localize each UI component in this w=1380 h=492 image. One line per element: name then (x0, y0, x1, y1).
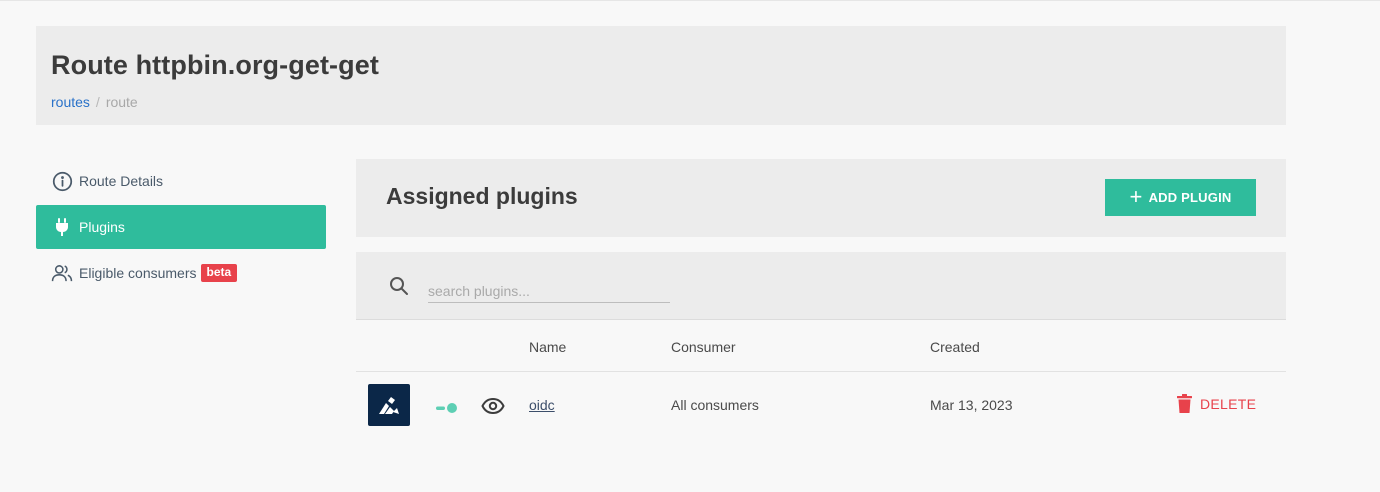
add-plugin-button[interactable]: + ADD PLUGIN (1105, 179, 1256, 216)
view-eye-icon[interactable] (481, 396, 505, 419)
sidebar-item-plugins[interactable]: Plugins (36, 205, 326, 249)
sidebar-item-label: Plugins (79, 219, 125, 235)
plugin-name-link[interactable]: oidc (529, 397, 555, 413)
breadcrumb: routes / route (51, 94, 138, 110)
delete-button[interactable]: DELETE (1177, 394, 1256, 413)
kong-logo-icon (368, 384, 410, 426)
column-header-name: Name (529, 339, 567, 355)
top-border (0, 0, 1380, 1)
column-header-consumer: Consumer (671, 339, 736, 355)
table-row: oidc All consumers Mar 13, 2023 DELETE (356, 372, 1286, 440)
info-circle-icon (51, 170, 73, 192)
delete-label: DELETE (1200, 395, 1257, 412)
breadcrumb-link-routes[interactable]: routes (51, 94, 90, 110)
search-input[interactable] (428, 273, 670, 303)
panel-title: Assigned plugins (386, 183, 578, 209)
search-icon (389, 276, 409, 301)
trash-icon (1177, 394, 1192, 413)
plugin-consumer: All consumers (671, 397, 759, 413)
plus-icon: + (1129, 183, 1143, 209)
plugin-created-date: Mar 13, 2023 (930, 397, 1013, 413)
sidebar-item-route-details[interactable]: Route Details (36, 159, 326, 203)
breadcrumb-separator: / (95, 94, 100, 110)
column-header-created: Created (930, 339, 980, 355)
enabled-toggle[interactable] (435, 401, 459, 417)
search-bar (356, 252, 1286, 320)
table-header: Name Consumer Created (356, 321, 1286, 372)
page-title: Route httpbin.org-get-get (51, 50, 379, 80)
breadcrumb-current: route (105, 94, 138, 110)
plugins-panel-header: Assigned plugins + ADD PLUGIN (356, 159, 1286, 237)
users-icon (51, 262, 73, 284)
plug-icon (51, 216, 73, 238)
beta-badge: beta (200, 264, 238, 282)
add-plugin-label: ADD PLUGIN (1148, 190, 1232, 205)
sidebar-item-label: Route Details (79, 173, 164, 189)
page-header: Route httpbin.org-get-get routes / route (36, 26, 1286, 125)
sidebar-item-label: Eligible consumers (79, 265, 197, 281)
sidebar-item-eligible-consumers[interactable]: Eligible consumers beta (36, 251, 326, 295)
